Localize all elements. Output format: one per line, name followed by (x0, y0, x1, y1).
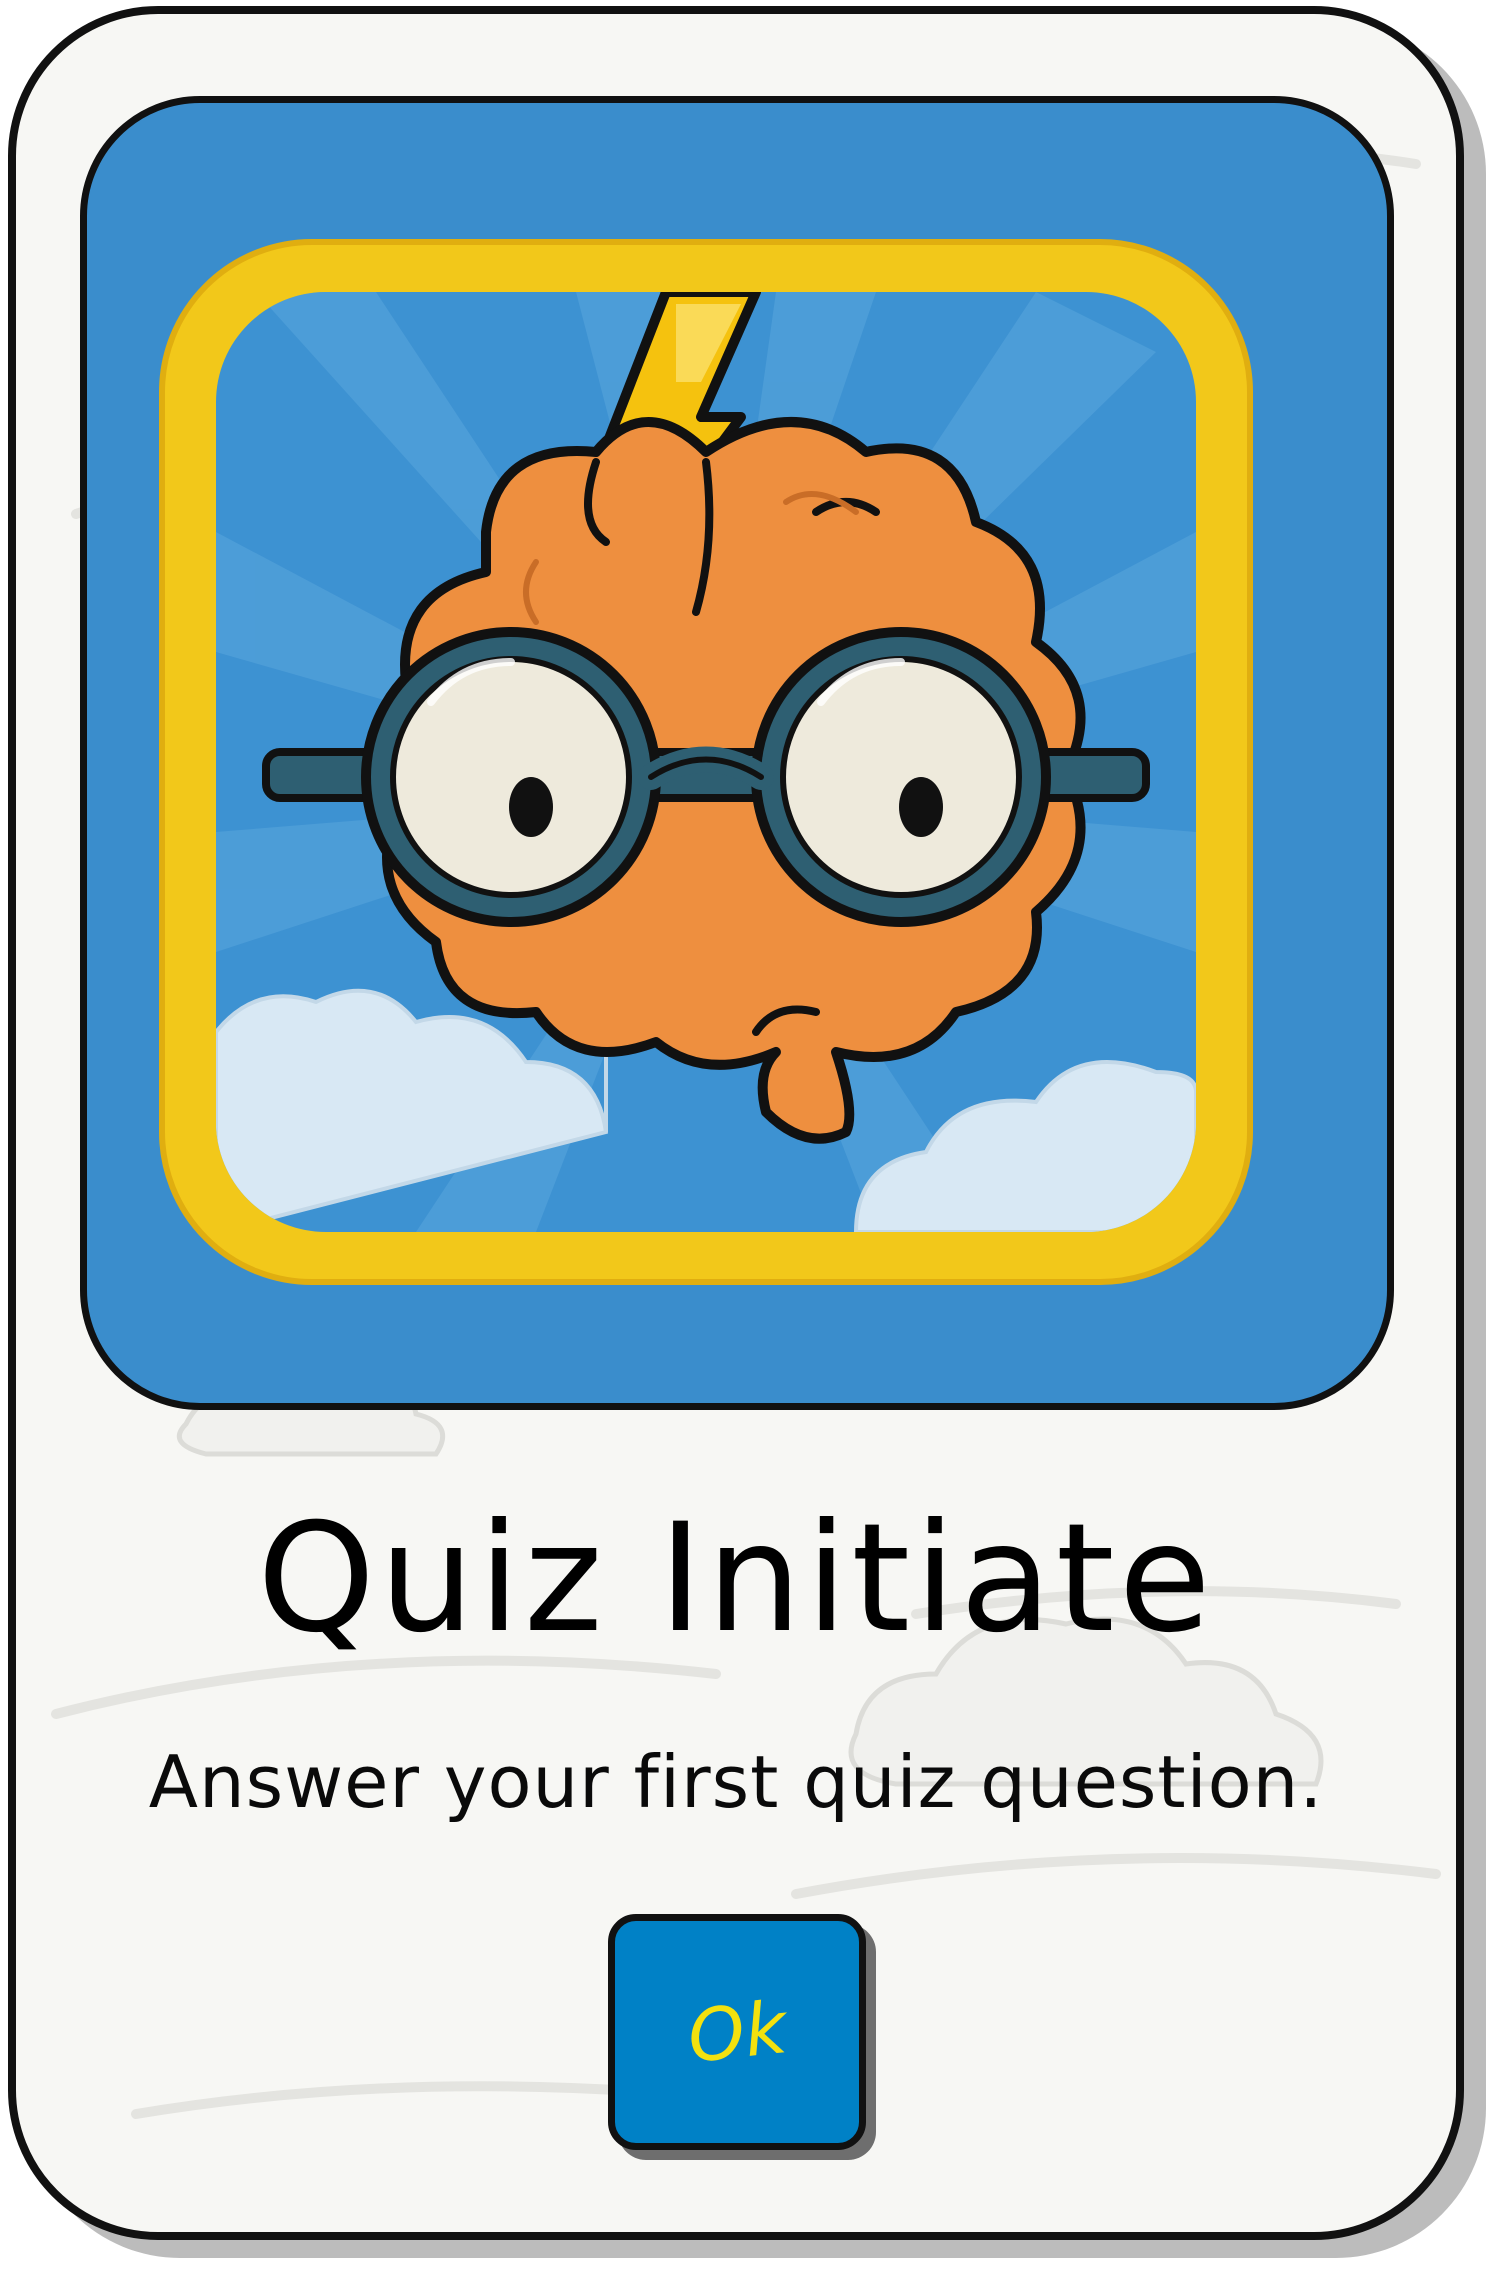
achievement-description: Answer your first quiz question. (148, 1740, 1324, 1824)
brain-with-glasses-lightning-icon (159, 239, 1253, 1285)
achievement-title: Quiz Initiate (257, 1492, 1215, 1666)
ok-button-label: Ok (683, 1985, 791, 2079)
ok-button[interactable]: Ok (608, 1914, 866, 2150)
achievement-card: Quiz Initiate Answer your first quiz que… (8, 6, 1464, 2240)
